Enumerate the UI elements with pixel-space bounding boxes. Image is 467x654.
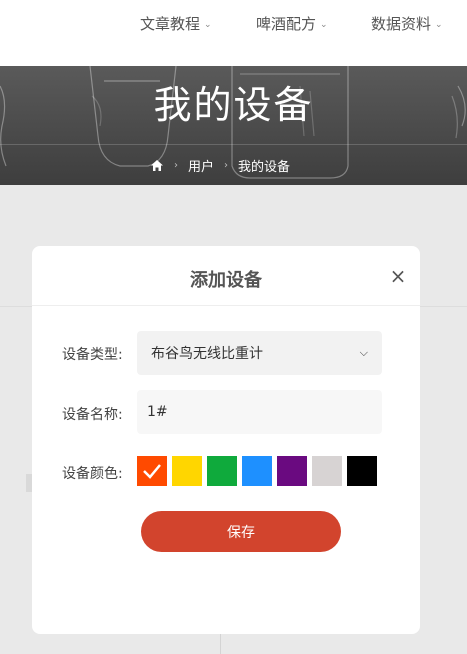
color-swatch-group bbox=[137, 456, 377, 486]
color-swatch[interactable] bbox=[242, 456, 272, 486]
device-type-value: 布谷鸟无线比重计 bbox=[151, 346, 263, 362]
color-swatch[interactable] bbox=[137, 456, 167, 486]
chevron-down-icon: ⌄ bbox=[204, 19, 212, 30]
device-color-label: 设备颜色: bbox=[62, 466, 123, 482]
checkmark-icon bbox=[143, 464, 161, 479]
dialog-divider bbox=[32, 305, 420, 306]
home-icon[interactable] bbox=[150, 159, 164, 172]
nav-item-label: 文章教程 bbox=[140, 15, 201, 33]
page-title: 我的设备 bbox=[153, 83, 314, 127]
save-button[interactable]: 保存 bbox=[141, 511, 341, 552]
nav-item-label: 啤酒配方 bbox=[256, 15, 317, 33]
close-icon[interactable]: × bbox=[388, 264, 408, 288]
device-type-label: 设备类型: bbox=[62, 347, 123, 363]
device-type-select[interactable]: 布谷鸟无线比重计 ⌵ bbox=[137, 331, 382, 375]
color-swatch[interactable] bbox=[312, 456, 342, 486]
top-nav: 文章教程 ⌄ 啤酒配方 ⌄ 数据资料 ⌄ bbox=[0, 0, 467, 66]
nav-item-recipes[interactable]: 啤酒配方 ⌄ bbox=[256, 13, 328, 34]
color-swatch[interactable] bbox=[207, 456, 237, 486]
nav-item-data[interactable]: 数据资料 ⌄ bbox=[371, 13, 443, 34]
color-swatch[interactable] bbox=[277, 456, 307, 486]
hero-banner: 我的设备 › 用户 › 我的设备 bbox=[0, 66, 467, 185]
breadcrumb-separator: › bbox=[174, 160, 178, 171]
device-name-label: 设备名称: bbox=[62, 407, 123, 423]
nav-item-articles[interactable]: 文章教程 ⌄ bbox=[140, 13, 212, 34]
chevron-down-icon: ⌵ bbox=[359, 346, 368, 359]
chevron-down-icon: ⌄ bbox=[435, 19, 443, 30]
add-device-dialog: 添加设备 × 设备类型: 布谷鸟无线比重计 ⌵ 设备名称: 设备颜色: 保存 bbox=[32, 246, 420, 634]
device-name-input[interactable] bbox=[137, 390, 382, 434]
breadcrumb: › 用户 › 我的设备 bbox=[150, 156, 290, 175]
chevron-down-icon: ⌄ bbox=[320, 19, 328, 30]
color-swatch[interactable] bbox=[172, 456, 202, 486]
dialog-title: 添加设备 bbox=[190, 270, 262, 291]
breadcrumb-separator: › bbox=[224, 160, 229, 171]
breadcrumb-my-devices: 我的设备 bbox=[238, 160, 291, 175]
breadcrumb-user[interactable]: 用户 bbox=[188, 156, 214, 175]
nav-item-label: 数据资料 bbox=[371, 15, 432, 33]
hero-divider bbox=[0, 144, 467, 145]
color-swatch[interactable] bbox=[347, 456, 377, 486]
